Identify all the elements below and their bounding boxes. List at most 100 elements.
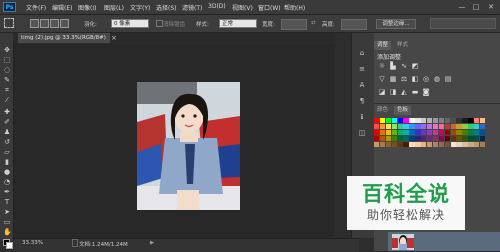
history-panel-icon[interactable]: ⌂ (356, 48, 368, 58)
color-swatch[interactable] (456, 118, 462, 124)
tool-preset-icon[interactable] (4, 18, 14, 28)
layer-thumbnail[interactable] (392, 234, 414, 250)
color-swatch[interactable] (450, 124, 456, 130)
color-swatch[interactable] (432, 118, 439, 124)
color-swatch[interactable] (468, 118, 474, 124)
color-swatch[interactable] (415, 136, 421, 142)
blur-icon[interactable]: ● (3, 168, 11, 176)
paragraph-panel-icon[interactable]: ¶ (356, 96, 368, 106)
type-icon[interactable]: T (3, 198, 11, 206)
menu-3d[interactable]: 3D(D) (208, 3, 226, 10)
color-swatch[interactable] (450, 142, 456, 148)
menu-help[interactable]: 帮助(H) (284, 3, 305, 12)
menu-filter[interactable]: 滤镜(T) (182, 3, 202, 12)
tab-swatches[interactable]: 色板 (394, 106, 412, 115)
tab-close-icon[interactable]: × (111, 34, 117, 42)
refine-edge-button[interactable]: 调整边缘... (376, 19, 416, 29)
color-swatch[interactable] (391, 142, 397, 148)
menu-view[interactable]: 视图(V) (232, 3, 253, 12)
color-swatch[interactable] (444, 130, 450, 136)
color-swatch[interactable] (480, 130, 486, 136)
color-swatch[interactable] (415, 118, 421, 124)
black-white-icon[interactable]: ◧ (411, 75, 419, 83)
tab-color[interactable]: 颜色 (374, 106, 391, 115)
color-swatch[interactable] (403, 118, 409, 124)
menu-window[interactable]: 窗口(W) (258, 3, 281, 12)
quick-select-icon[interactable]: ✎ (3, 76, 11, 84)
background-color-swatch[interactable] (6, 242, 13, 249)
color-swatch[interactable] (462, 136, 468, 142)
color-swatch[interactable] (438, 118, 445, 124)
color-swatch[interactable] (468, 130, 474, 136)
color-swatch[interactable] (462, 118, 468, 124)
color-swatch[interactable] (397, 118, 403, 124)
vibrance-icon[interactable]: ▽ (378, 75, 386, 83)
color-swatch[interactable] (444, 118, 450, 124)
color-swatch[interactable] (468, 136, 474, 142)
color-swatch[interactable] (444, 124, 450, 130)
color-swatch[interactable] (379, 130, 386, 136)
info-panel-icon[interactable]: ℹ (356, 112, 368, 122)
color-swatch[interactable] (409, 124, 415, 130)
color-swatch[interactable] (474, 136, 480, 142)
color-swatch[interactable] (409, 142, 415, 148)
color-swatch[interactable] (480, 118, 486, 124)
color-swatch[interactable] (397, 130, 403, 136)
color-swatch[interactable] (391, 124, 397, 130)
color-swatch[interactable] (379, 124, 386, 130)
width-input[interactable] (281, 19, 307, 30)
color-swatch[interactable] (456, 142, 462, 148)
color-swatch[interactable] (421, 130, 427, 136)
color-swatch[interactable] (374, 142, 380, 148)
color-swatch[interactable] (397, 142, 403, 148)
eraser-icon[interactable]: ▱ (3, 148, 11, 156)
menu-edit[interactable]: 编辑(E) (52, 3, 72, 12)
menu-type[interactable]: 文字(Y) (130, 3, 150, 12)
color-swatch[interactable] (374, 130, 380, 136)
color-swatch[interactable] (415, 142, 421, 148)
color-swatch[interactable] (385, 142, 392, 148)
close-icon[interactable]: ✕ (485, 2, 497, 12)
invert-icon[interactable]: ◪ (378, 88, 386, 96)
pen-icon[interactable]: ✒ (3, 188, 11, 196)
color-swatch[interactable] (438, 130, 445, 136)
color-swatch[interactable] (415, 130, 421, 136)
color-swatch[interactable] (409, 130, 415, 136)
history-brush-icon[interactable]: ↺ (3, 138, 11, 146)
color-swatch[interactable] (444, 136, 450, 142)
color-swatch[interactable] (403, 124, 409, 130)
color-swatch[interactable] (379, 142, 386, 148)
color-swatch[interactable] (450, 118, 456, 124)
curves-icon[interactable]: ∿ (400, 62, 408, 70)
color-swatch[interactable] (403, 130, 409, 136)
color-swatch[interactable] (409, 118, 415, 124)
color-swatch[interactable] (427, 136, 433, 142)
color-swatch[interactable] (415, 124, 421, 130)
color-balance-icon[interactable]: ⚖ (400, 75, 408, 83)
color-swatch[interactable] (462, 142, 468, 148)
color-swatch[interactable] (379, 118, 386, 124)
maximize-icon[interactable]: □ (470, 2, 482, 12)
color-swatch[interactable] (480, 124, 486, 130)
minimize-icon[interactable]: — (456, 2, 468, 12)
color-swatch[interactable] (427, 142, 433, 148)
status-menu-arrow-icon[interactable]: ▶ (150, 240, 154, 246)
color-swatch[interactable] (403, 136, 409, 142)
color-swatch[interactable] (421, 124, 427, 130)
workspace-select[interactable] (430, 18, 496, 29)
color-swatch[interactable] (374, 124, 380, 130)
color-swatch[interactable] (421, 136, 427, 142)
add-selection-icon[interactable] (40, 19, 49, 28)
color-swatch[interactable] (468, 124, 474, 130)
color-swatch[interactable] (456, 136, 462, 142)
color-swatch[interactable] (385, 124, 392, 130)
tab-styles[interactable]: 样式 (394, 41, 411, 50)
hand-icon[interactable]: ✋ (3, 228, 12, 236)
hue-saturation-icon[interactable]: ▦ (389, 75, 397, 83)
selective-color-icon[interactable]: ◙ (422, 88, 430, 96)
color-swatch[interactable] (444, 142, 450, 148)
color-swatch[interactable] (374, 136, 380, 142)
subtract-selection-icon[interactable] (50, 19, 59, 28)
posterize-icon[interactable]: ◨ (389, 88, 397, 96)
lasso-icon[interactable]: ◌ (3, 66, 11, 74)
